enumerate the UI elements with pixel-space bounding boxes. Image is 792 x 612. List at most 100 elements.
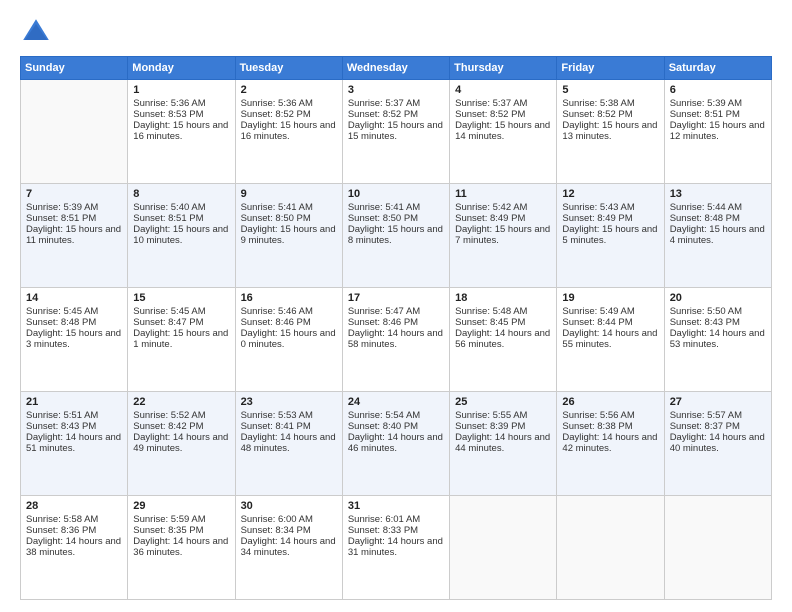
day-header-wednesday: Wednesday: [342, 57, 449, 80]
day-header-saturday: Saturday: [664, 57, 771, 80]
calendar-cell: [557, 496, 664, 600]
cell-date-number: 1: [133, 84, 229, 96]
cell-sunrise: Sunrise: 5:55 AM: [455, 410, 551, 421]
calendar-cell: 11 Sunrise: 5:42 AMSunset: 8:49 PMDayligh…: [450, 184, 557, 288]
cell-daylight: Daylight: 15 hours and 1 minute.: [133, 328, 229, 350]
cell-sunset: Sunset: 8:40 PM: [348, 421, 444, 432]
calendar-cell: [21, 80, 128, 184]
cell-date-number: 13: [670, 188, 766, 200]
calendar-cell: 28Sunrise: 5:58 AMSunset: 8:36 PMDayligh…: [21, 496, 128, 600]
day-header-monday: Monday: [128, 57, 235, 80]
cell-date-number: 18: [455, 292, 551, 304]
cell-daylight: Daylight: 15 hours and 0 minutes.: [241, 328, 337, 350]
cell-sunset: Sunset: 8:49 PM: [562, 213, 658, 224]
calendar-cell: 7Sunrise: 5:39 AMSunset: 8:51 PMDaylight…: [21, 184, 128, 288]
cell-daylight: Daylight: 15 hours and 7 minutes.: [455, 224, 551, 246]
calendar-cell: 10Sunrise: 5:41 AMSunset: 8:50 PMDayligh…: [342, 184, 449, 288]
calendar-cell: 5Sunrise: 5:38 AMSunset: 8:52 PMDaylight…: [557, 80, 664, 184]
cell-sunrise: Sunrise: 5:44 AM: [670, 202, 766, 213]
calendar-week-row: 28Sunrise: 5:58 AMSunset: 8:36 PMDayligh…: [21, 496, 772, 600]
calendar-cell: 14Sunrise: 5:45 AMSunset: 8:48 PMDayligh…: [21, 288, 128, 392]
calendar-cell: 8Sunrise: 5:40 AMSunset: 8:51 PMDaylight…: [128, 184, 235, 288]
calendar-cell: 30Sunrise: 6:00 AMSunset: 8:34 PMDayligh…: [235, 496, 342, 600]
cell-daylight: Daylight: 14 hours and 56 minutes.: [455, 328, 551, 350]
cell-daylight: Daylight: 15 hours and 5 minutes.: [562, 224, 658, 246]
cell-date-number: 24: [348, 396, 444, 408]
cell-sunrise: Sunrise: 5:46 AM: [241, 306, 337, 317]
cell-sunrise: Sunrise: 5:56 AM: [562, 410, 658, 421]
cell-daylight: Daylight: 15 hours and 15 minutes.: [348, 120, 444, 142]
calendar-cell: 6Sunrise: 5:39 AMSunset: 8:51 PMDaylight…: [664, 80, 771, 184]
cell-daylight: Daylight: 14 hours and 44 minutes.: [455, 432, 551, 454]
cell-sunrise: Sunrise: 5:42 AM: [455, 202, 551, 213]
cell-sunrise: Sunrise: 5:53 AM: [241, 410, 337, 421]
cell-date-number: 5: [562, 84, 658, 96]
calendar-cell: [450, 496, 557, 600]
cell-date-number: 8: [133, 188, 229, 200]
cell-sunset: Sunset: 8:38 PM: [562, 421, 658, 432]
cell-sunrise: Sunrise: 6:01 AM: [348, 514, 444, 525]
cell-sunrise: Sunrise: 5:40 AM: [133, 202, 229, 213]
cell-daylight: Daylight: 15 hours and 16 minutes.: [133, 120, 229, 142]
cell-sunset: Sunset: 8:50 PM: [241, 213, 337, 224]
cell-sunset: Sunset: 8:42 PM: [133, 421, 229, 432]
cell-sunrise: Sunrise: 5:39 AM: [670, 98, 766, 109]
cell-sunset: Sunset: 8:49 PM: [455, 213, 551, 224]
cell-sunset: Sunset: 8:52 PM: [562, 109, 658, 120]
cell-sunrise: Sunrise: 5:52 AM: [133, 410, 229, 421]
cell-sunrise: Sunrise: 5:45 AM: [26, 306, 122, 317]
cell-sunrise: Sunrise: 5:59 AM: [133, 514, 229, 525]
page: SundayMondayTuesdayWednesdayThursdayFrid…: [0, 0, 792, 612]
cell-sunrise: Sunrise: 5:47 AM: [348, 306, 444, 317]
cell-daylight: Daylight: 14 hours and 51 minutes.: [26, 432, 122, 454]
cell-daylight: Daylight: 15 hours and 11 minutes.: [26, 224, 122, 246]
cell-sunrise: Sunrise: 5:37 AM: [348, 98, 444, 109]
calendar-week-row: 21Sunrise: 5:51 AMSunset: 8:43 PMDayligh…: [21, 392, 772, 496]
calendar-cell: 2Sunrise: 5:36 AMSunset: 8:52 PMDaylight…: [235, 80, 342, 184]
cell-sunset: Sunset: 8:44 PM: [562, 317, 658, 328]
calendar-cell: 26Sunrise: 5:56 AMSunset: 8:38 PMDayligh…: [557, 392, 664, 496]
cell-daylight: Daylight: 15 hours and 3 minutes.: [26, 328, 122, 350]
cell-date-number: 22: [133, 396, 229, 408]
logo-icon: [20, 16, 52, 48]
cell-date-number: 20: [670, 292, 766, 304]
calendar-cell: 4Sunrise: 5:37 AMSunset: 8:52 PMDaylight…: [450, 80, 557, 184]
cell-sunset: Sunset: 8:34 PM: [241, 525, 337, 536]
cell-date-number: 26: [562, 396, 658, 408]
cell-sunrise: Sunrise: 6:00 AM: [241, 514, 337, 525]
cell-sunset: Sunset: 8:51 PM: [133, 213, 229, 224]
day-header-friday: Friday: [557, 57, 664, 80]
calendar-cell: 3Sunrise: 5:37 AMSunset: 8:52 PMDaylight…: [342, 80, 449, 184]
cell-daylight: Daylight: 14 hours and 58 minutes.: [348, 328, 444, 350]
cell-date-number: 28: [26, 500, 122, 512]
calendar-cell: 21Sunrise: 5:51 AMSunset: 8:43 PMDayligh…: [21, 392, 128, 496]
cell-sunset: Sunset: 8:45 PM: [455, 317, 551, 328]
calendar-cell: 25Sunrise: 5:55 AMSunset: 8:39 PMDayligh…: [450, 392, 557, 496]
cell-sunset: Sunset: 8:46 PM: [348, 317, 444, 328]
cell-daylight: Daylight: 14 hours and 46 minutes.: [348, 432, 444, 454]
cell-date-number: 11: [455, 188, 551, 200]
cell-daylight: Daylight: 14 hours and 55 minutes.: [562, 328, 658, 350]
cell-daylight: Daylight: 14 hours and 53 minutes.: [670, 328, 766, 350]
cell-daylight: Daylight: 14 hours and 49 minutes.: [133, 432, 229, 454]
cell-date-number: 4: [455, 84, 551, 96]
cell-sunrise: Sunrise: 5:45 AM: [133, 306, 229, 317]
cell-date-number: 7: [26, 188, 122, 200]
calendar-cell: 20Sunrise: 5:50 AMSunset: 8:43 PMDayligh…: [664, 288, 771, 392]
cell-daylight: Daylight: 14 hours and 38 minutes.: [26, 536, 122, 558]
cell-date-number: 17: [348, 292, 444, 304]
cell-sunrise: Sunrise: 5:49 AM: [562, 306, 658, 317]
cell-daylight: Daylight: 15 hours and 4 minutes.: [670, 224, 766, 246]
cell-date-number: 21: [26, 396, 122, 408]
cell-sunset: Sunset: 8:37 PM: [670, 421, 766, 432]
cell-sunset: Sunset: 8:43 PM: [670, 317, 766, 328]
cell-sunset: Sunset: 8:41 PM: [241, 421, 337, 432]
calendar-cell: 24Sunrise: 5:54 AMSunset: 8:40 PMDayligh…: [342, 392, 449, 496]
cell-sunrise: Sunrise: 5:39 AM: [26, 202, 122, 213]
cell-sunset: Sunset: 8:46 PM: [241, 317, 337, 328]
cell-date-number: 30: [241, 500, 337, 512]
cell-sunrise: Sunrise: 5:41 AM: [348, 202, 444, 213]
cell-sunset: Sunset: 8:53 PM: [133, 109, 229, 120]
cell-sunrise: Sunrise: 5:58 AM: [26, 514, 122, 525]
cell-date-number: 2: [241, 84, 337, 96]
